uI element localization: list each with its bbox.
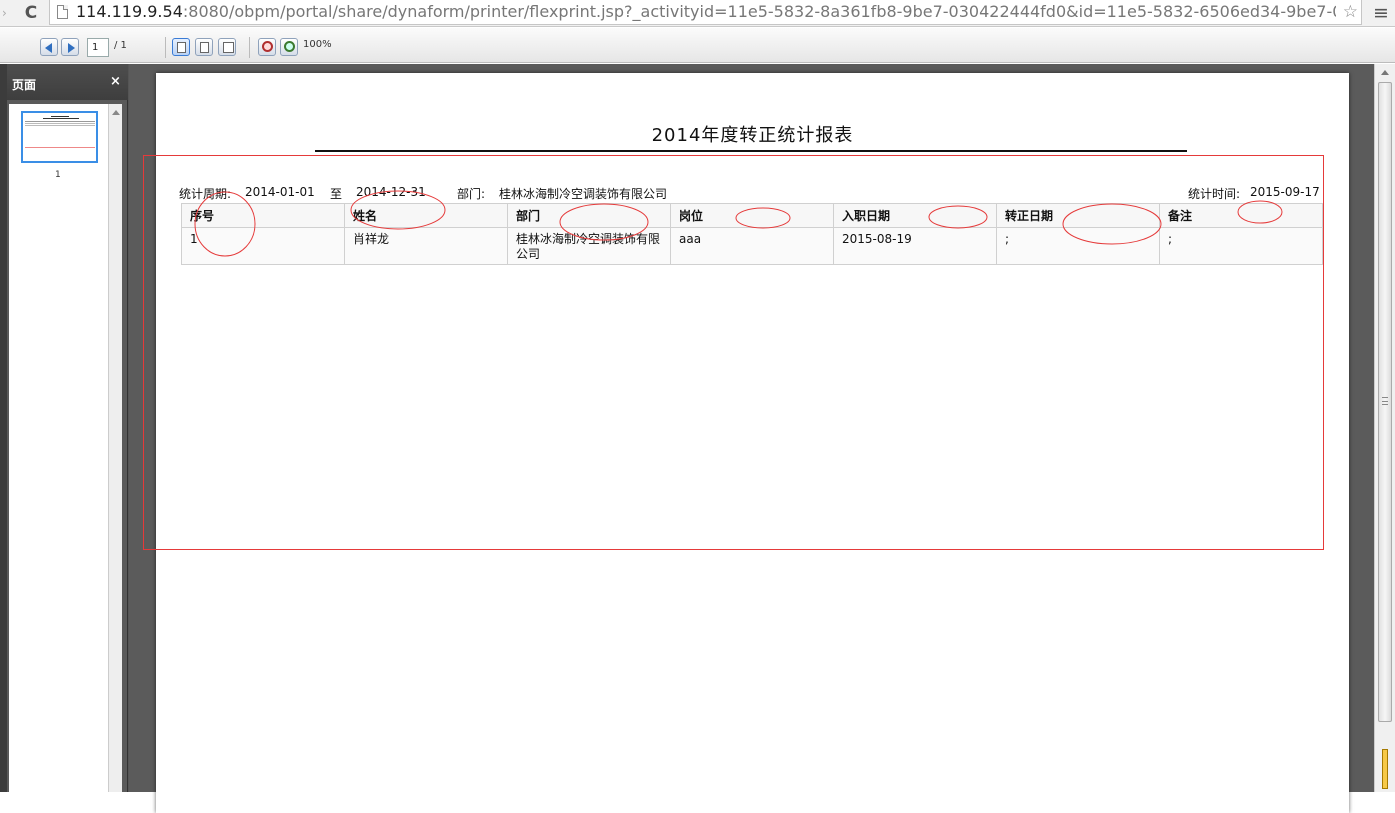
forward-icon[interactable]: › bbox=[2, 5, 14, 21]
table-body: 1 肖祥龙 桂林冰海制冷空调装饰有限公司 aaa 2015-08-19;; bbox=[181, 227, 1323, 265]
url-path: :8080/obpm/portal/share/dynaform/printer… bbox=[182, 2, 1336, 21]
single-page-view-button[interactable] bbox=[172, 38, 190, 56]
zoom-in-button[interactable] bbox=[280, 38, 298, 56]
page-icon bbox=[223, 42, 234, 53]
document-area: 2014年度转正统计报表 统计周期: 2014-01-01 至 2014-12-… bbox=[129, 64, 1395, 813]
zoom-out-icon bbox=[262, 41, 273, 52]
fit-width-button[interactable] bbox=[218, 38, 236, 56]
department-value: 桂林冰海制冷空调装饰有限公司 bbox=[499, 187, 668, 201]
column-header: 备注 bbox=[1159, 203, 1323, 228]
zoom-level: 100% bbox=[303, 39, 332, 50]
browser-menu-icon[interactable]: ≡ bbox=[1370, 1, 1392, 25]
bookmark-star-icon[interactable]: ☆ bbox=[1343, 1, 1358, 23]
title-underline bbox=[315, 150, 1187, 152]
table-cell: aaa bbox=[670, 227, 834, 265]
table-cell: 2015-08-19 bbox=[833, 227, 997, 265]
zoom-out-button[interactable] bbox=[258, 38, 276, 56]
table-cell: 桂林冰海制冷空调装饰有限公司 bbox=[507, 227, 671, 265]
report-time-value: 2015-09-17 bbox=[1250, 185, 1320, 199]
document-page: 2014年度转正统计报表 统计周期: 2014-01-01 至 2014-12-… bbox=[156, 73, 1349, 813]
sidepanel-header: 页面 × bbox=[7, 64, 128, 100]
table-header-row: 序号 姓名 部门 岗位 入职日期 转正日期 备注 bbox=[181, 203, 1323, 228]
scroll-up-icon[interactable] bbox=[112, 110, 120, 115]
thumbnail-list: 1 bbox=[9, 104, 108, 792]
page-total-label: / 1 bbox=[114, 40, 127, 51]
document-scrollbar[interactable] bbox=[1374, 64, 1395, 792]
pdf-toolbar: 1 / 1 100% bbox=[0, 28, 1395, 63]
arrow-left-icon bbox=[45, 43, 52, 53]
reload-icon[interactable]: C bbox=[20, 2, 42, 24]
scrollbar-thumb[interactable] bbox=[1378, 82, 1392, 722]
previous-page-button[interactable] bbox=[40, 38, 58, 56]
column-header: 序号 bbox=[181, 203, 345, 228]
table-cell: 1 bbox=[181, 227, 345, 265]
table-cell: ; bbox=[996, 227, 1160, 265]
column-header: 转正日期 bbox=[996, 203, 1160, 228]
thumbnail-label: 1 bbox=[55, 170, 61, 180]
period-end: 2014-12-31 bbox=[356, 185, 426, 199]
report-time-label: 统计时间: bbox=[1188, 187, 1241, 201]
page-icon bbox=[57, 5, 68, 19]
pages-sidepanel: 页面 × 1 bbox=[0, 64, 128, 792]
resize-corner bbox=[1382, 749, 1388, 789]
browser-address-bar: › C 114.119.9.54:8080/obpm/portal/share/… bbox=[0, 0, 1395, 27]
table-row: 1 肖祥龙 桂林冰海制冷空调装饰有限公司 aaa 2015-08-19;; bbox=[181, 227, 1323, 265]
fit-page-button[interactable] bbox=[195, 38, 213, 56]
page-number-input[interactable]: 1 bbox=[87, 38, 109, 57]
sidepanel-title: 页面 bbox=[12, 78, 37, 92]
period-separator: 至 bbox=[330, 187, 343, 201]
url-text[interactable]: 114.119.9.54:8080/obpm/portal/share/dyna… bbox=[76, 0, 1336, 24]
next-page-button[interactable] bbox=[61, 38, 79, 56]
grip-icon bbox=[1382, 397, 1388, 405]
pdf-viewer: 页面 × 1 2014年度转正统计报表 统计周期: 2014-01-01 至 2… bbox=[0, 64, 1395, 813]
arrow-right-icon bbox=[68, 43, 75, 53]
page-thumbnail[interactable] bbox=[21, 111, 98, 163]
scroll-up-icon[interactable] bbox=[1381, 70, 1389, 75]
table-cell: ; bbox=[1159, 227, 1323, 265]
column-header: 入职日期 bbox=[833, 203, 997, 228]
department-label: 部门: bbox=[457, 187, 486, 201]
column-header: 姓名 bbox=[344, 203, 508, 228]
toolbar-divider bbox=[165, 37, 166, 58]
column-header: 部门 bbox=[507, 203, 671, 228]
period-label: 统计周期: bbox=[179, 187, 232, 201]
table-cell: 肖祥龙 bbox=[344, 227, 508, 265]
close-icon[interactable]: × bbox=[110, 74, 121, 89]
report-title: 2014年度转正统计报表 bbox=[651, 125, 854, 146]
url-input[interactable]: 114.119.9.54:8080/obpm/portal/share/dyna… bbox=[49, 0, 1362, 25]
sidepanel-rail bbox=[0, 64, 7, 792]
period-start: 2014-01-01 bbox=[245, 185, 315, 199]
zoom-in-icon bbox=[284, 41, 295, 52]
page-icon bbox=[177, 42, 186, 53]
url-host: 114.119.9.54 bbox=[76, 2, 183, 21]
column-header: 岗位 bbox=[670, 203, 834, 228]
toolbar-divider bbox=[249, 37, 250, 58]
report-table: 序号 姓名 部门 岗位 入职日期 转正日期 备注 1 肖祥龙 桂林冰海制冷空调装饰有限公司 aaa… bbox=[181, 203, 1323, 265]
sidepanel-scrollbar[interactable] bbox=[108, 104, 122, 792]
page-icon bbox=[200, 42, 209, 53]
